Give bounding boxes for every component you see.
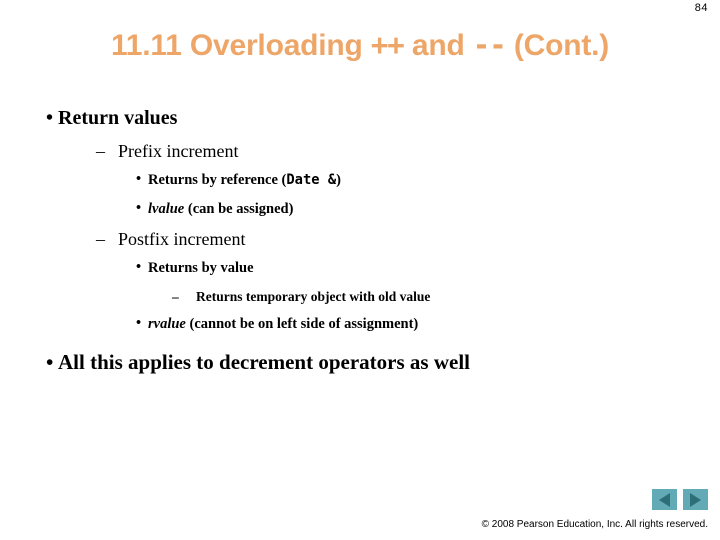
outline-item-decrement-operators: • All this applies to decrement operators… (0, 349, 720, 374)
bullet-icon: • (46, 349, 54, 374)
title-suffix: (Cont.) (505, 29, 610, 62)
outline-item-label-tail: (cannot be on left side of assignment) (185, 316, 419, 333)
arrow-right-icon (690, 492, 701, 507)
outline-item-returns-by-reference: • Returns by reference (Date &) (0, 171, 720, 188)
bullet-icon: • (46, 107, 54, 129)
previous-slide-button[interactable] (652, 489, 677, 510)
title-block: 11.11 Overloading ++ and -- (Cont.) (0, 28, 720, 63)
outline-item-label: Prefix increment (118, 141, 239, 161)
outline-item-return-values: • Return values (0, 108, 720, 128)
outline-item-label: Return values (58, 107, 178, 129)
copyright-notice: © 2008 Pearson Education, Inc. All right… (481, 519, 708, 530)
outline-item-postfix-increment: – Postfix increment (0, 230, 720, 248)
bullet-icon: • (136, 199, 142, 216)
title-middle: and (403, 29, 473, 62)
dash-bullet-icon: – (96, 229, 105, 250)
outline-item-label: All this applies to decrement operators … (58, 349, 470, 374)
outline-item-lvalue: • lvalue (can be assigned) (0, 199, 720, 217)
outline-item-label: Returns by reference ( (148, 172, 287, 188)
dash-bullet-icon: – (172, 288, 179, 304)
outline-body: • Return values – Prefix increment • Return… (0, 108, 720, 373)
outline-item-rvalue: • rvalue (cannot be on left side of assig… (0, 315, 720, 333)
bullet-icon: • (136, 315, 142, 332)
term-lvalue: lvalue (148, 200, 185, 217)
arrow-left-icon (659, 492, 670, 507)
outline-item-label: Returns by value (148, 260, 254, 277)
outline-item-label: Returns temporary object with old value (196, 288, 431, 304)
page-title: 11.11 Overloading ++ and -- (Cont.) (111, 28, 609, 63)
slide-canvas: 84 11.11 Overloading ++ and -- (Cont.) •… (0, 0, 720, 540)
slide-navigation (652, 489, 708, 510)
title-prefix: 11.11 Overloading (110, 29, 371, 62)
next-slide-button[interactable] (683, 489, 708, 510)
bullet-icon: • (136, 259, 142, 276)
title-increment-operator: ++ (370, 28, 405, 62)
dash-bullet-icon: – (96, 141, 105, 161)
outline-item-returns-by-value: • Returns by value (0, 259, 720, 277)
code-snippet-date-ref: Date & (286, 172, 337, 188)
outline-item-prefix-increment: – Prefix increment (0, 142, 720, 160)
outline-item-label-tail: (can be assigned) (184, 200, 294, 217)
page-number: 84 (694, 2, 708, 14)
term-rvalue: rvalue (148, 316, 186, 333)
bullet-icon: • (136, 171, 142, 187)
outline-item-returns-temporary-object: – Returns temporary object with old value (0, 290, 720, 304)
outline-item-label: Postfix increment (118, 229, 246, 250)
outline-item-label-tail: ) (336, 172, 341, 188)
title-decrement-operator: -- (472, 28, 507, 62)
